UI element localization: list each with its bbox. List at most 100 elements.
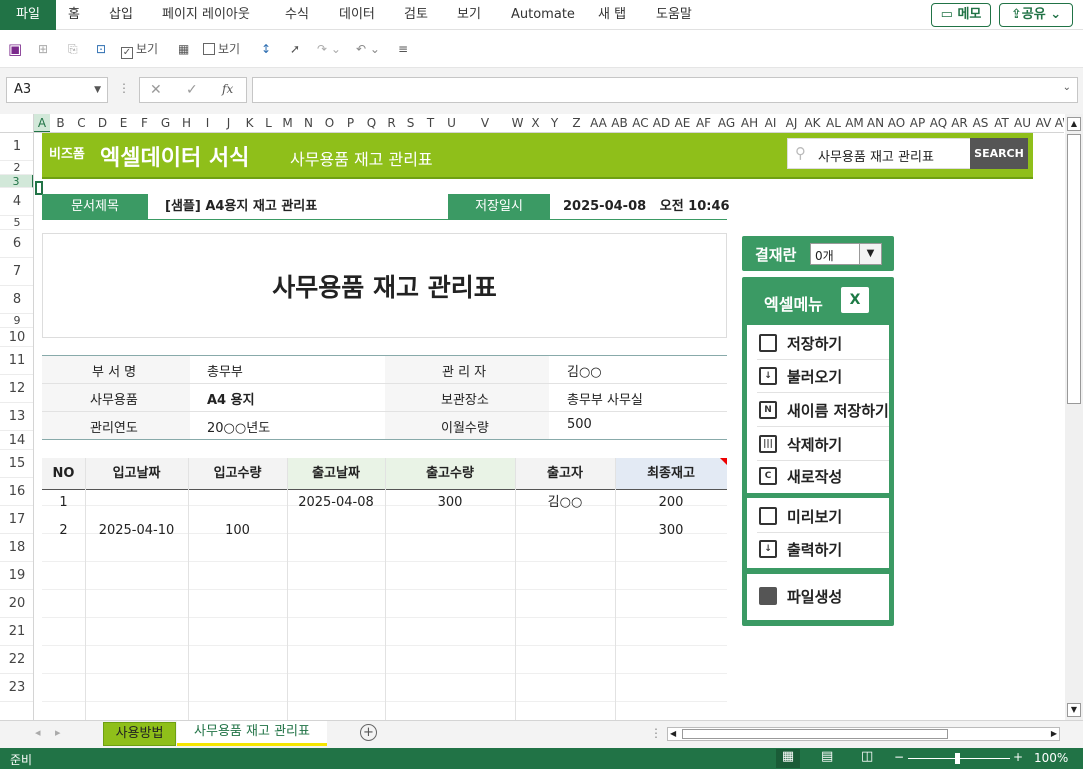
row-header[interactable]: 14: [0, 431, 33, 450]
search-button[interactable]: SEARCH: [970, 138, 1028, 169]
page-layout-icon[interactable]: ▤: [821, 749, 833, 764]
column-header[interactable]: C: [71, 114, 92, 132]
column-header[interactable]: AO: [886, 114, 907, 132]
tab-new[interactable]: 새 탭: [598, 0, 626, 30]
next-sheet-icon[interactable]: ▸: [55, 726, 61, 739]
grid-icon[interactable]: ▦: [178, 40, 189, 58]
row-header[interactable]: 8: [0, 286, 33, 314]
column-header[interactable]: AJ: [781, 114, 802, 132]
h-scroll-thumb[interactable]: [682, 729, 948, 739]
search-input[interactable]: ⚲ 사무용품 재고 관리표: [787, 138, 971, 169]
column-header[interactable]: AI: [760, 114, 781, 132]
column-header[interactable]: AP: [907, 114, 928, 132]
name-box[interactable]: A3 ▼: [6, 77, 108, 103]
new-menu-item[interactable]: C 새로작성: [757, 461, 889, 493]
scroll-up-icon[interactable]: ▲: [1067, 117, 1081, 131]
column-header[interactable]: A: [34, 114, 50, 132]
column-header[interactable]: I: [197, 114, 218, 132]
preview-menu-item[interactable]: 미리보기: [757, 501, 889, 533]
memo-button[interactable]: ▭ 메모: [931, 3, 991, 27]
prev-sheet-icon[interactable]: ◂: [35, 726, 41, 739]
column-header[interactable]: AE: [672, 114, 693, 132]
column-header[interactable]: P: [340, 114, 361, 132]
select-all-corner[interactable]: [0, 114, 34, 133]
row-header[interactable]: 12: [0, 375, 33, 403]
column-header[interactable]: J: [218, 114, 239, 132]
view-checkbox-1[interactable]: ✓ 보기: [121, 40, 158, 59]
approval-select[interactable]: 0개 ▼: [810, 243, 882, 265]
row-header[interactable]: 16: [0, 478, 33, 506]
column-header[interactable]: U: [441, 114, 462, 132]
cancel-icon[interactable]: ✕: [150, 82, 162, 98]
clipboard-icon[interactable]: ⎘: [68, 40, 78, 58]
column-header[interactable]: AM: [844, 114, 865, 132]
column-header[interactable]: Y: [544, 114, 565, 132]
create-file-menu-item[interactable]: 파일생성: [757, 581, 889, 613]
column-header[interactable]: AS: [970, 114, 991, 132]
row-header[interactable]: 4: [0, 188, 33, 216]
expand-icon[interactable]: ⌄: [1063, 82, 1071, 93]
zoom-slider-thumb[interactable]: [955, 753, 960, 764]
column-header[interactable]: M: [277, 114, 298, 132]
share-button[interactable]: ⇪공유 ⌄: [999, 3, 1073, 27]
column-header[interactable]: K: [239, 114, 260, 132]
fit-icon[interactable]: ⊡: [96, 40, 106, 58]
column-header[interactable]: L: [260, 114, 277, 132]
column-header[interactable]: AN: [865, 114, 886, 132]
redo-icon[interactable]: ↷ ⌄: [317, 40, 341, 58]
row-header[interactable]: 11: [0, 347, 33, 375]
formula-input[interactable]: ⌄: [252, 77, 1078, 103]
row-header[interactable]: 15: [0, 450, 33, 478]
tab-file[interactable]: 파일: [0, 0, 56, 30]
sheet-tab-guide[interactable]: 사용방법: [103, 722, 176, 746]
tab-data[interactable]: 데이터: [339, 0, 375, 30]
column-header[interactable]: AR: [949, 114, 970, 132]
customize-icon[interactable]: ≡: [398, 40, 408, 58]
tab-review[interactable]: 검토: [404, 0, 428, 30]
function-icon[interactable]: fx: [222, 82, 233, 96]
active-cell[interactable]: [35, 181, 43, 195]
row-header[interactable]: 10: [0, 328, 33, 347]
zoom-out-icon[interactable]: −: [894, 750, 904, 764]
sheet-tab-active[interactable]: 사무용품 재고 관리표: [177, 721, 327, 746]
save-as-menu-item[interactable]: N 새이름 저장하기: [757, 395, 889, 427]
tab-page-layout[interactable]: 페이지 레이아웃: [162, 0, 250, 30]
scroll-thumb[interactable]: [1067, 134, 1081, 404]
column-header[interactable]: X: [527, 114, 544, 132]
row-header[interactable]: 23: [0, 674, 33, 702]
vertical-scrollbar[interactable]: ▲ ▼: [1065, 114, 1083, 720]
column-header[interactable]: AW: [1054, 114, 1064, 132]
save-icon[interactable]: ▣: [8, 40, 22, 58]
column-header[interactable]: AB: [609, 114, 630, 132]
row-header[interactable]: 6: [0, 230, 33, 258]
column-header[interactable]: Z: [565, 114, 588, 132]
column-header[interactable]: G: [155, 114, 176, 132]
row-header[interactable]: 18: [0, 534, 33, 562]
print-menu-item[interactable]: ↓ 출력하기: [757, 534, 889, 566]
column-header[interactable]: N: [298, 114, 319, 132]
open-menu-item[interactable]: ↓ 불러오기: [757, 361, 889, 393]
confirm-icon[interactable]: ✓: [186, 82, 198, 98]
column-header[interactable]: AG: [714, 114, 739, 132]
column-header[interactable]: AA: [588, 114, 609, 132]
column-header[interactable]: T: [420, 114, 441, 132]
row-header[interactable]: 19: [0, 562, 33, 590]
number-format-icon[interactable]: ⊞: [38, 40, 48, 58]
column-header[interactable]: AQ: [928, 114, 949, 132]
column-header[interactable]: F: [134, 114, 155, 132]
add-sheet-icon[interactable]: +: [360, 724, 377, 741]
undo-icon[interactable]: ↶ ⌄: [356, 40, 380, 58]
row-header[interactable]: 21: [0, 618, 33, 646]
pointer-icon[interactable]: ➚: [290, 40, 300, 58]
column-header[interactable]: AL: [823, 114, 844, 132]
row-header[interactable]: 20: [0, 590, 33, 618]
zoom-in-icon[interactable]: +: [1013, 750, 1023, 764]
tab-insert[interactable]: 삽입: [109, 0, 133, 30]
view-checkbox-2[interactable]: 보기: [203, 40, 240, 58]
column-header[interactable]: R: [382, 114, 401, 132]
column-header[interactable]: E: [113, 114, 134, 132]
tab-help[interactable]: 도움말: [656, 0, 692, 30]
column-header[interactable]: AK: [802, 114, 823, 132]
scroll-left-icon[interactable]: ◀: [670, 728, 676, 740]
horizontal-scrollbar[interactable]: ◀ ▶: [667, 727, 1060, 741]
